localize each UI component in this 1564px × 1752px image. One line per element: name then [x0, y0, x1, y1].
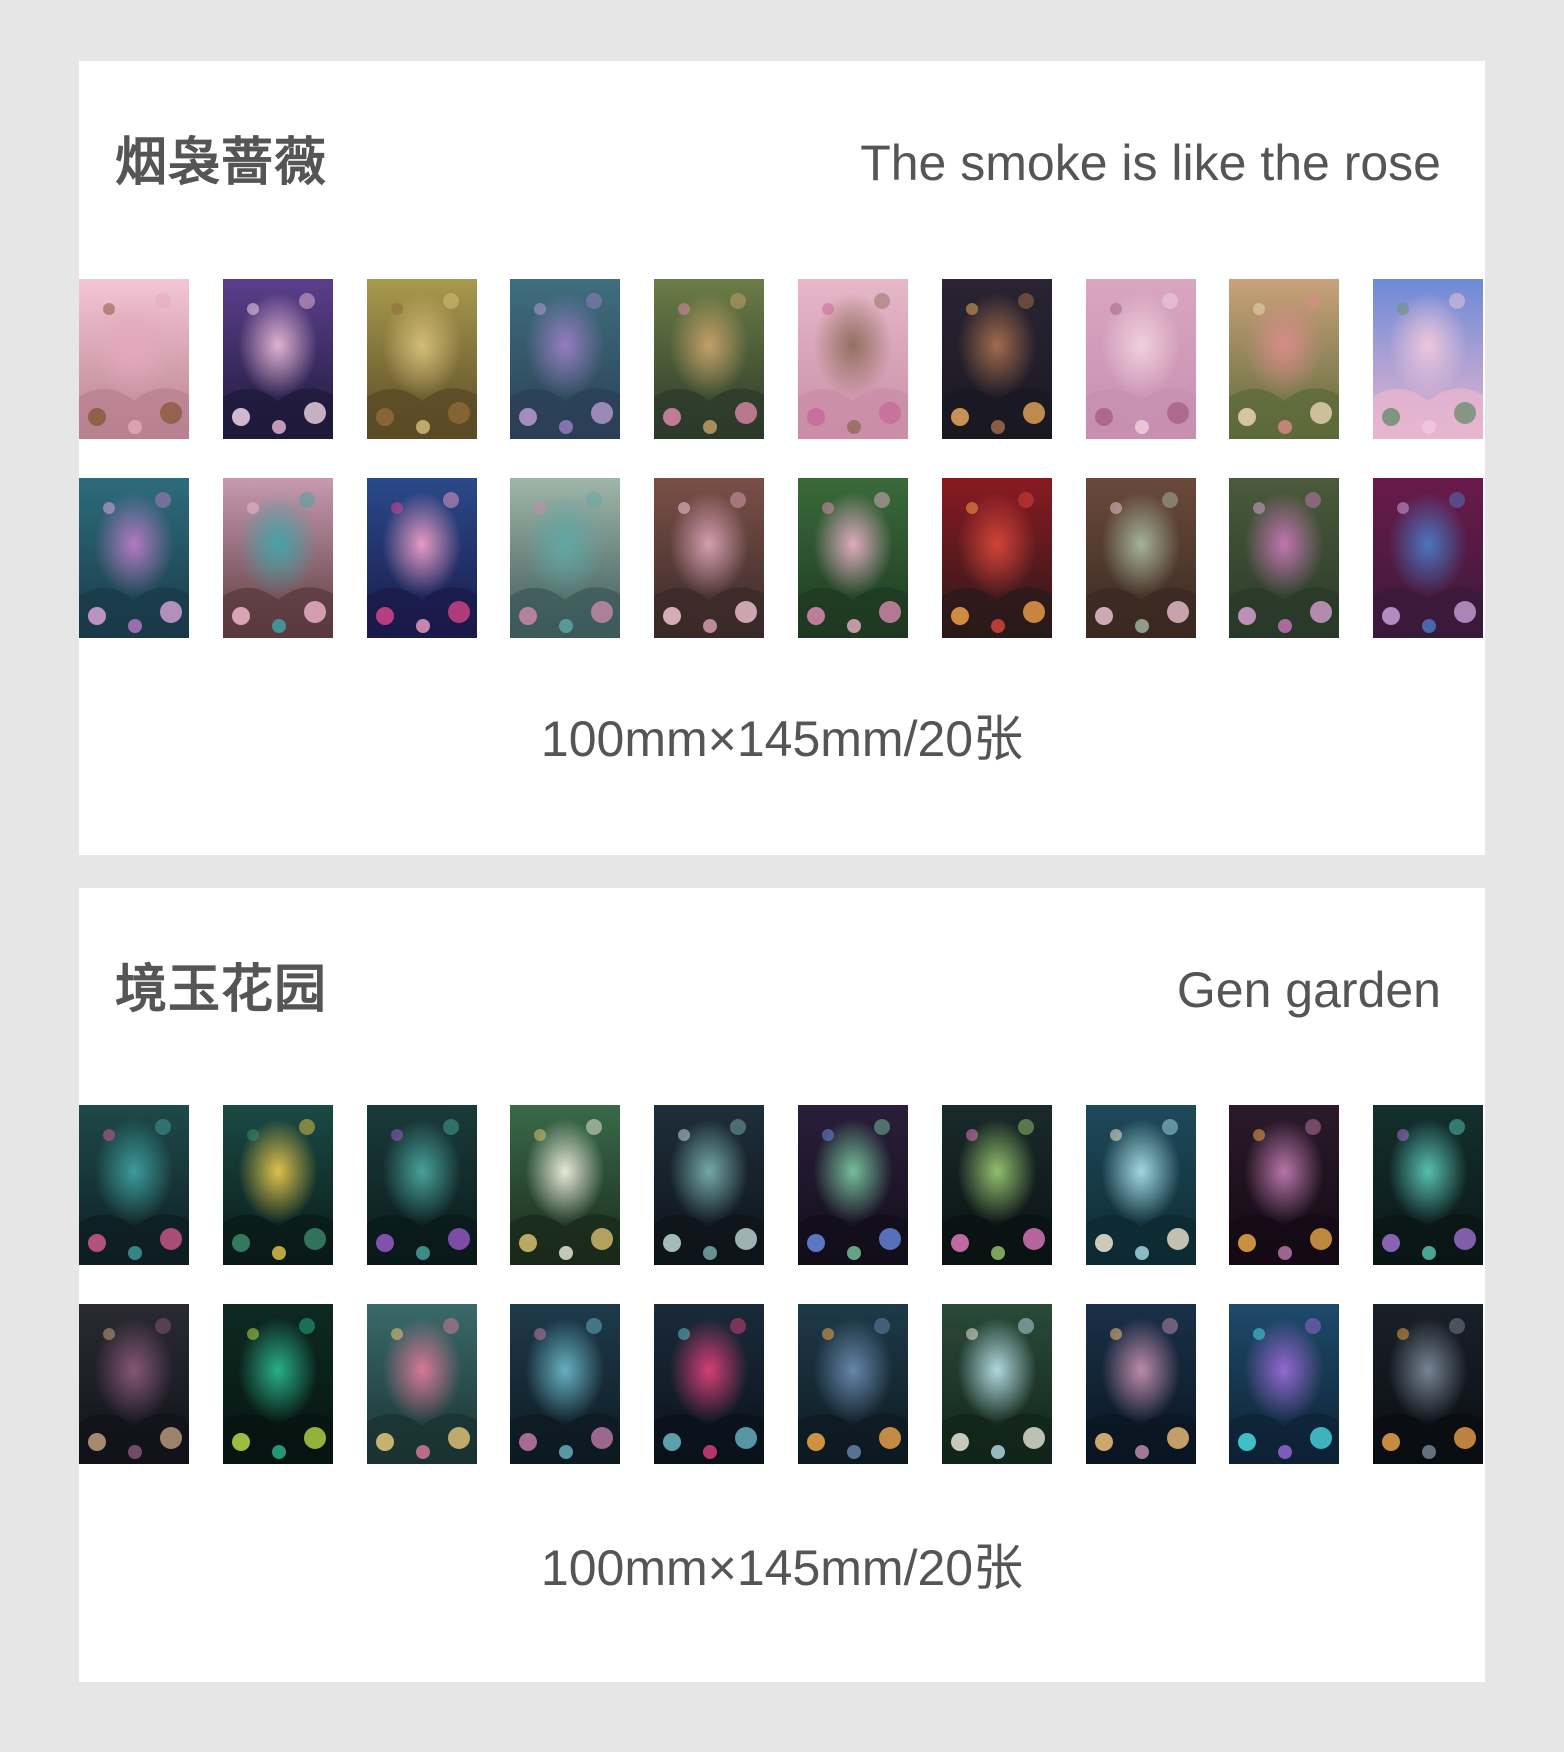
- sticker-card: [1086, 1304, 1196, 1464]
- sticker-card: [79, 478, 189, 638]
- card-row: [79, 1304, 1485, 1464]
- sticker-illustration: [367, 279, 477, 439]
- sticker-card: [1373, 279, 1483, 439]
- sticker-card: [223, 279, 333, 439]
- card-row: [79, 279, 1485, 439]
- sticker-illustration: [942, 1304, 1052, 1464]
- sticker-card: [942, 1105, 1052, 1265]
- sticker-illustration: [654, 279, 764, 439]
- sticker-illustration: [223, 1105, 333, 1265]
- sticker-illustration: [510, 279, 620, 439]
- sticker-card: [654, 1304, 764, 1464]
- sticker-illustration: [942, 279, 1052, 439]
- sticker-illustration: [1229, 279, 1339, 439]
- sticker-illustration: [367, 1105, 477, 1265]
- sticker-card: [1086, 279, 1196, 439]
- sticker-illustration: [1373, 1304, 1483, 1464]
- sticker-card: [654, 478, 764, 638]
- sticker-illustration: [223, 478, 333, 638]
- sticker-card: [223, 1105, 333, 1265]
- sticker-illustration: [223, 279, 333, 439]
- sticker-illustration: [654, 1105, 764, 1265]
- sticker-card: [510, 1304, 620, 1464]
- sticker-card: [367, 478, 477, 638]
- sticker-card: [510, 1105, 620, 1265]
- sticker-card: [79, 1105, 189, 1265]
- sticker-illustration: [798, 1105, 908, 1265]
- sticker-card: [367, 1304, 477, 1464]
- sticker-illustration: [1229, 1304, 1339, 1464]
- sticker-illustration: [798, 1304, 908, 1464]
- sticker-card: [1229, 279, 1339, 439]
- sticker-illustration: [654, 1304, 764, 1464]
- sticker-card: [1086, 478, 1196, 638]
- sticker-card: [798, 1304, 908, 1464]
- set-panel-gen-garden: 境玉花园 Gen garden 100mm×145mm/20张: [79, 888, 1485, 1682]
- sticker-card: [942, 279, 1052, 439]
- sticker-card: [223, 478, 333, 638]
- sticker-illustration: [1373, 1105, 1483, 1265]
- sticker-card: [1229, 1304, 1339, 1464]
- sticker-illustration: [1373, 279, 1483, 439]
- sticker-card: [942, 478, 1052, 638]
- sticker-illustration: [1086, 1304, 1196, 1464]
- sticker-card: [1373, 1105, 1483, 1265]
- size-spec: 100mm×145mm/20张: [540, 1540, 1024, 1596]
- sticker-illustration: [510, 1304, 620, 1464]
- sticker-illustration: [510, 1105, 620, 1265]
- size-spec: 100mm×145mm/20张: [540, 711, 1024, 767]
- card-row: [79, 1105, 1485, 1265]
- sticker-illustration: [79, 478, 189, 638]
- sticker-card: [1373, 478, 1483, 638]
- sticker-illustration: [1229, 1105, 1339, 1265]
- sticker-card: [1086, 1105, 1196, 1265]
- sticker-illustration: [510, 478, 620, 638]
- sticker-illustration: [798, 478, 908, 638]
- set-panel-smoke-rose: 烟袅蔷薇 The smoke is like the rose 100mm×14…: [79, 61, 1485, 855]
- sticker-illustration: [79, 1105, 189, 1265]
- set-title-english: The smoke is like the rose: [860, 135, 1441, 191]
- sticker-card: [798, 279, 908, 439]
- sticker-card: [79, 279, 189, 439]
- sticker-card: [510, 279, 620, 439]
- sticker-card: [367, 1105, 477, 1265]
- sticker-card: [798, 478, 908, 638]
- sticker-illustration: [942, 1105, 1052, 1265]
- sticker-card: [510, 478, 620, 638]
- sticker-illustration: [1086, 1105, 1196, 1265]
- sticker-illustration: [654, 478, 764, 638]
- sticker-illustration: [367, 1304, 477, 1464]
- sticker-illustration: [1086, 279, 1196, 439]
- sticker-card: [654, 279, 764, 439]
- sticker-illustration: [1229, 478, 1339, 638]
- sticker-illustration: [798, 279, 908, 439]
- sticker-card: [1373, 1304, 1483, 1464]
- set-title-chinese: 烟袅蔷薇: [115, 133, 328, 193]
- sticker-card: [798, 1105, 908, 1265]
- sticker-card: [1229, 478, 1339, 638]
- sticker-card: [654, 1105, 764, 1265]
- sticker-card: [367, 279, 477, 439]
- sticker-illustration: [1086, 478, 1196, 638]
- sticker-illustration: [79, 1304, 189, 1464]
- sticker-illustration: [1373, 478, 1483, 638]
- sticker-illustration: [367, 478, 477, 638]
- card-row: [79, 478, 1485, 638]
- sticker-card: [942, 1304, 1052, 1464]
- sticker-illustration: [223, 1304, 333, 1464]
- sticker-illustration: [79, 279, 189, 439]
- sticker-card: [1229, 1105, 1339, 1265]
- sticker-card: [223, 1304, 333, 1464]
- sticker-illustration: [942, 478, 1052, 638]
- set-title-english: Gen garden: [1176, 962, 1441, 1018]
- sticker-card: [79, 1304, 189, 1464]
- set-title-chinese: 境玉花园: [115, 960, 328, 1020]
